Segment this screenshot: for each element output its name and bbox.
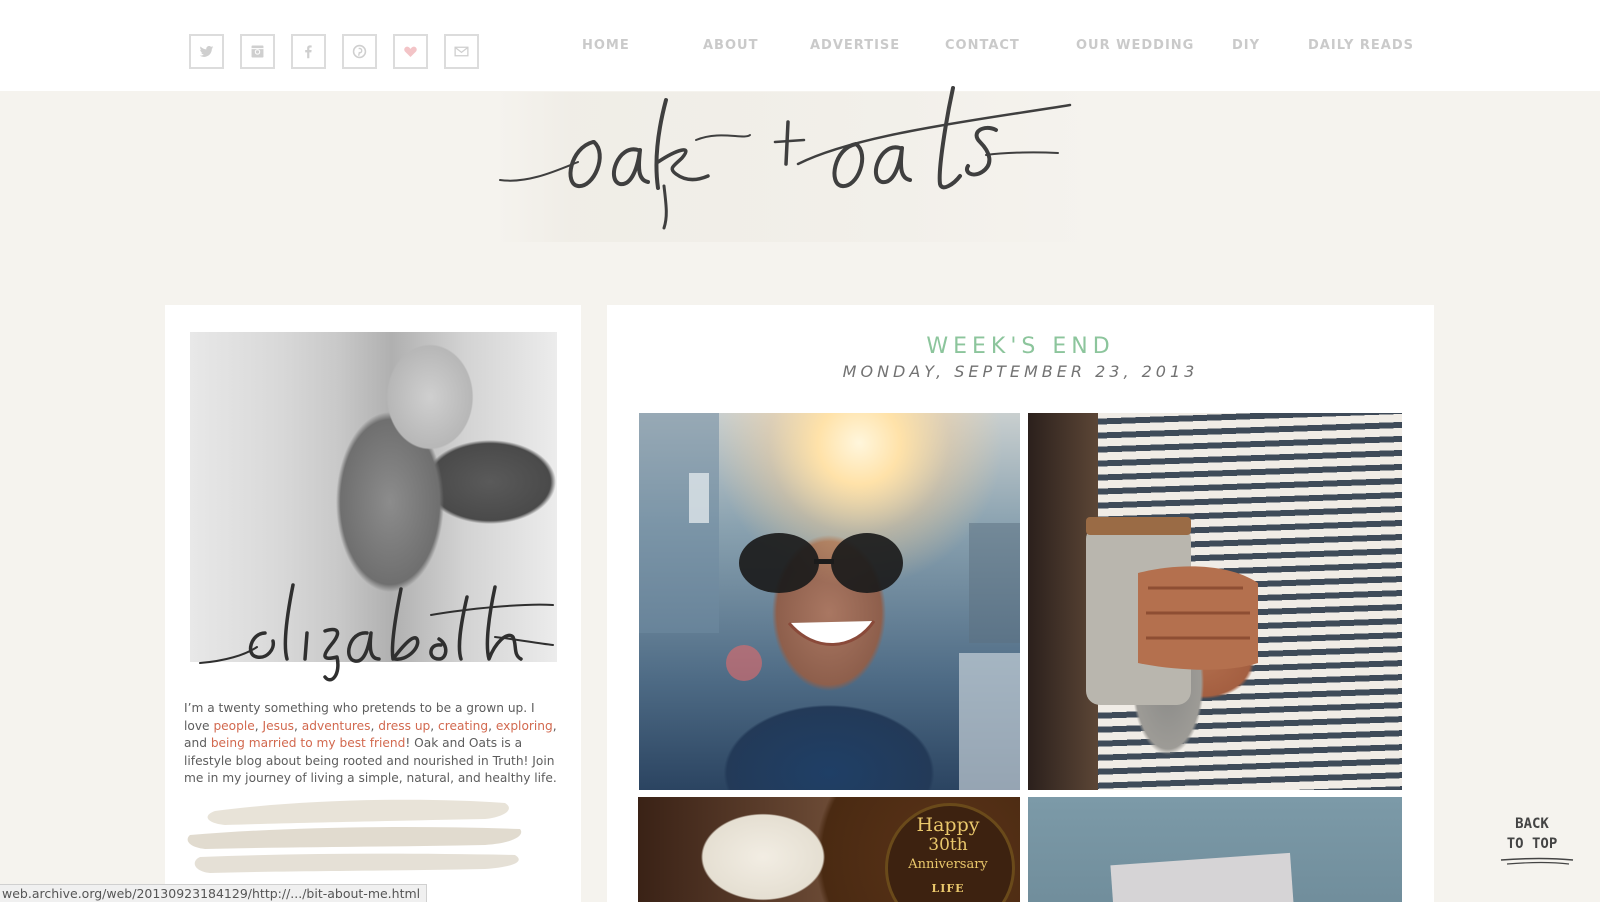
top-navigation-bar: HOME ABOUT ADVERTISE CONTACT OUR WEDDING… bbox=[0, 0, 1600, 91]
bio-sep: , bbox=[294, 718, 302, 733]
site-logo[interactable] bbox=[498, 80, 1098, 245]
nav-diy[interactable]: DIY bbox=[1232, 38, 1260, 53]
main-nav: HOME ABOUT ADVERTISE CONTACT OUR WEDDING… bbox=[0, 38, 1600, 58]
nav-advertise[interactable]: ADVERTISE bbox=[810, 38, 900, 53]
post-date: MONDAY, SEPTEMBER 23, 2013 bbox=[842, 362, 1199, 381]
bio-link-exploring[interactable]: exploring bbox=[496, 719, 553, 733]
back-to-top-underline bbox=[1500, 857, 1574, 865]
anniversary-text: Happy 30th Anniversary LIFE NETWORK bbox=[893, 815, 1003, 902]
browser-status-url: web.archive.org/web/20130923184129/http:… bbox=[0, 884, 428, 902]
logo-script-mark bbox=[499, 86, 1072, 230]
bio-link-creating[interactable]: creating bbox=[438, 719, 488, 733]
caption-30th: 30th bbox=[928, 835, 968, 855]
selfie-overlay bbox=[639, 413, 1020, 790]
brush-stroke-divider bbox=[187, 799, 522, 873]
nav-our-wedding[interactable]: OUR WEDDING bbox=[1076, 38, 1194, 53]
signature-elizabeth bbox=[199, 583, 554, 682]
paper-card bbox=[1110, 852, 1296, 902]
bio-link-people[interactable]: people bbox=[213, 719, 254, 733]
post-photo-jar[interactable] bbox=[1028, 413, 1402, 790]
nav-about[interactable]: ABOUT bbox=[703, 38, 758, 53]
bio-link-married[interactable]: being married to my best friend bbox=[211, 736, 406, 750]
back-to-top-line2: TO TOP bbox=[1506, 836, 1558, 852]
post-photo-selfie[interactable] bbox=[639, 413, 1020, 790]
caption-happy: Happy bbox=[916, 814, 980, 836]
bio-sep: , bbox=[254, 718, 263, 733]
bio-link-jesus[interactable]: Jesus bbox=[263, 719, 295, 733]
caption-anniversary: Anniversary bbox=[908, 857, 988, 872]
bio-sep: , bbox=[488, 718, 496, 733]
post-photo-cake[interactable]: Happy 30th Anniversary LIFE NETWORK bbox=[638, 797, 1020, 902]
back-to-top-line1: BACK bbox=[1515, 816, 1549, 832]
bio-link-dress-up[interactable]: dress up bbox=[378, 719, 430, 733]
back-to-top-button[interactable]: BACK TO TOP bbox=[1497, 814, 1574, 866]
post-title[interactable]: WEEK'S END bbox=[607, 334, 1434, 359]
blog-post: WEEK'S END MONDAY, SEPTEMBER 23, 2013 Ha… bbox=[607, 305, 1434, 902]
nav-contact[interactable]: CONTACT bbox=[945, 38, 1020, 53]
post-photo-card[interactable] bbox=[1028, 797, 1402, 902]
jar-overlay bbox=[1086, 517, 1258, 705]
nav-home[interactable]: HOME bbox=[582, 38, 630, 53]
bio-sep: , bbox=[430, 718, 439, 733]
bio-text: I’m a twenty something who pretends to b… bbox=[184, 700, 564, 788]
bio-link-adventures[interactable]: adventures bbox=[302, 719, 371, 733]
about-sidebar: I’m a twenty something who pretends to b… bbox=[165, 305, 581, 902]
caption-life-network: LIFE NETWORK bbox=[931, 882, 965, 895]
nav-daily-reads[interactable]: DAILY READS bbox=[1308, 38, 1414, 53]
